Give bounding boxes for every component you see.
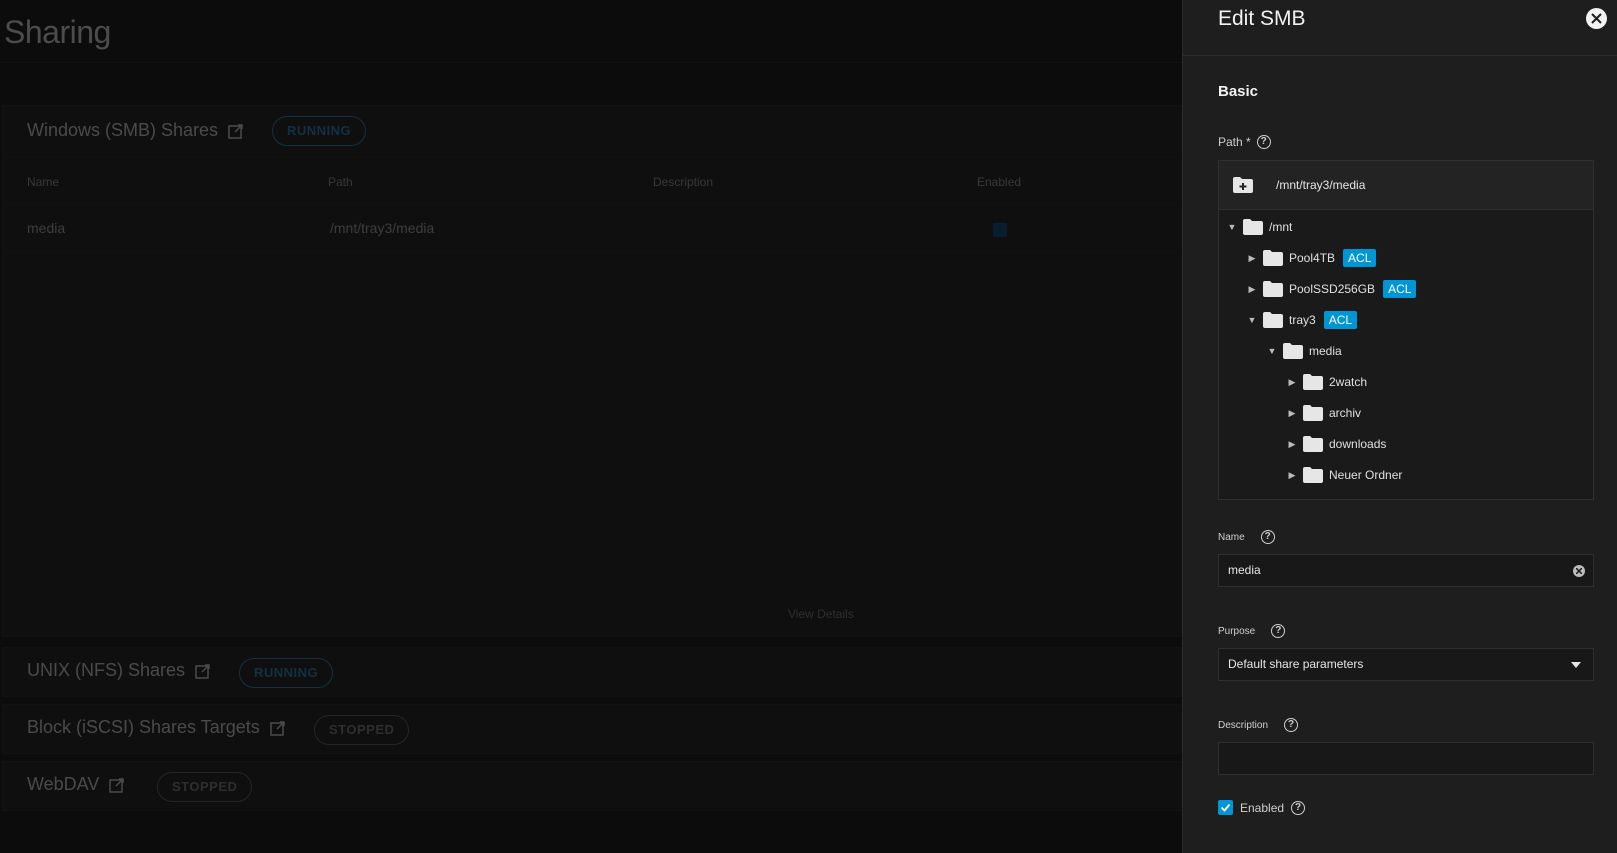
help-icon[interactable]: ?	[1271, 624, 1286, 638]
purpose-label-text: Purpose	[1218, 625, 1256, 637]
tree-node-label: Neuer Ordner	[1329, 468, 1403, 482]
path-explorer: /mnt/tray3/media ▼ /mnt ▶ Pool4TB ACL ▶ PoolSS…	[1218, 160, 1594, 500]
enabled-row: Enabled ?	[1218, 800, 1306, 815]
acl-badge: ACL	[1343, 249, 1377, 267]
purpose-select-value: Default share parameters	[1228, 657, 1364, 671]
section-title-basic: Basic	[1218, 83, 1259, 100]
panel-header: Edit SMB	[1183, 0, 1617, 56]
collapsed-caret-icon[interactable]: ▶	[1287, 470, 1297, 481]
close-icon[interactable]	[1586, 8, 1607, 29]
description-label: Description ?	[1218, 718, 1299, 732]
tree-node-label: 2watch	[1329, 375, 1368, 389]
modal-backdrop[interactable]	[0, 0, 1182, 853]
folder-icon	[1263, 312, 1283, 328]
tree-node[interactable]: ▶ Pool4TB ACL	[1247, 247, 1377, 269]
panel-title: Edit SMB	[1218, 7, 1306, 30]
collapsed-caret-icon[interactable]: ▶	[1247, 284, 1257, 295]
folder-icon	[1303, 374, 1323, 390]
folder-icon	[1283, 343, 1303, 359]
folder-icon	[1263, 250, 1283, 266]
purpose-label: Purpose ?	[1218, 624, 1286, 638]
expanded-caret-icon[interactable]: ▼	[1247, 315, 1257, 325]
path-input-value[interactable]: /mnt/tray3/media	[1276, 178, 1365, 192]
name-input[interactable]: media	[1218, 554, 1594, 587]
tree-node-label: tray3	[1289, 313, 1316, 327]
tree-node[interactable]: ▶ 2watch	[1287, 371, 1367, 393]
chevron-down-icon[interactable]	[1571, 662, 1581, 668]
help-icon[interactable]: ?	[1260, 530, 1275, 544]
tree-node[interactable]: ▶ PoolSSD256GB ACL	[1247, 278, 1417, 300]
acl-badge: ACL	[1323, 311, 1358, 329]
path-label-text: Path *	[1218, 135, 1251, 149]
explorer-header: /mnt/tray3/media	[1219, 161, 1593, 210]
help-icon[interactable]: ?	[1291, 800, 1306, 815]
tree-node-label: archiv	[1329, 406, 1362, 420]
tree-node[interactable]: ▼ media	[1267, 340, 1342, 362]
folder-icon	[1303, 405, 1323, 421]
help-icon[interactable]: ?	[1256, 135, 1271, 149]
tree-node-label: /mnt	[1269, 220, 1293, 234]
enabled-label: Enabled	[1240, 800, 1285, 815]
purpose-select[interactable]: Default share parameters	[1218, 648, 1594, 681]
collapsed-caret-icon[interactable]: ▶	[1287, 439, 1297, 450]
collapsed-caret-icon[interactable]: ▶	[1287, 408, 1297, 419]
tree-node[interactable]: ▶ downloads	[1287, 433, 1386, 455]
acl-badge: ACL	[1383, 280, 1417, 298]
folder-icon	[1243, 219, 1263, 235]
collapsed-caret-icon[interactable]: ▶	[1287, 377, 1297, 388]
tree-node[interactable]: ▶ archiv	[1287, 402, 1361, 424]
edit-smb-panel: Edit SMB Basic Path * ? /mnt/tray3/media…	[1182, 0, 1617, 853]
description-input[interactable]	[1218, 742, 1594, 775]
folder-icon	[1303, 436, 1323, 452]
tree-node[interactable]: ▼ tray3 ACL	[1247, 309, 1358, 331]
name-label-text: Name	[1218, 531, 1245, 543]
tree-node-label: Pool4TB	[1289, 251, 1336, 265]
tree-node[interactable]: ▶ Neuer Ordner	[1287, 464, 1402, 486]
folder-icon	[1303, 467, 1323, 483]
tree-node[interactable]: ▼ /mnt	[1227, 216, 1292, 238]
expanded-caret-icon[interactable]: ▼	[1267, 346, 1277, 356]
folder-icon	[1263, 281, 1283, 297]
tree-node-label: downloads	[1329, 437, 1387, 451]
enabled-checkbox[interactable]	[1218, 800, 1233, 815]
name-label: Name ?	[1218, 530, 1275, 544]
expanded-caret-icon[interactable]: ▼	[1227, 222, 1237, 232]
path-label: Path * ?	[1218, 135, 1271, 149]
tree-node-label: media	[1309, 344, 1342, 358]
clear-icon[interactable]	[1573, 565, 1585, 577]
collapsed-caret-icon[interactable]: ▶	[1247, 253, 1257, 264]
description-label-text: Description	[1218, 719, 1269, 731]
help-icon[interactable]: ?	[1284, 718, 1299, 732]
name-input-value: media	[1228, 563, 1261, 577]
tree-node-label: PoolSSD256GB	[1289, 282, 1376, 296]
create-folder-icon[interactable]	[1233, 177, 1253, 193]
